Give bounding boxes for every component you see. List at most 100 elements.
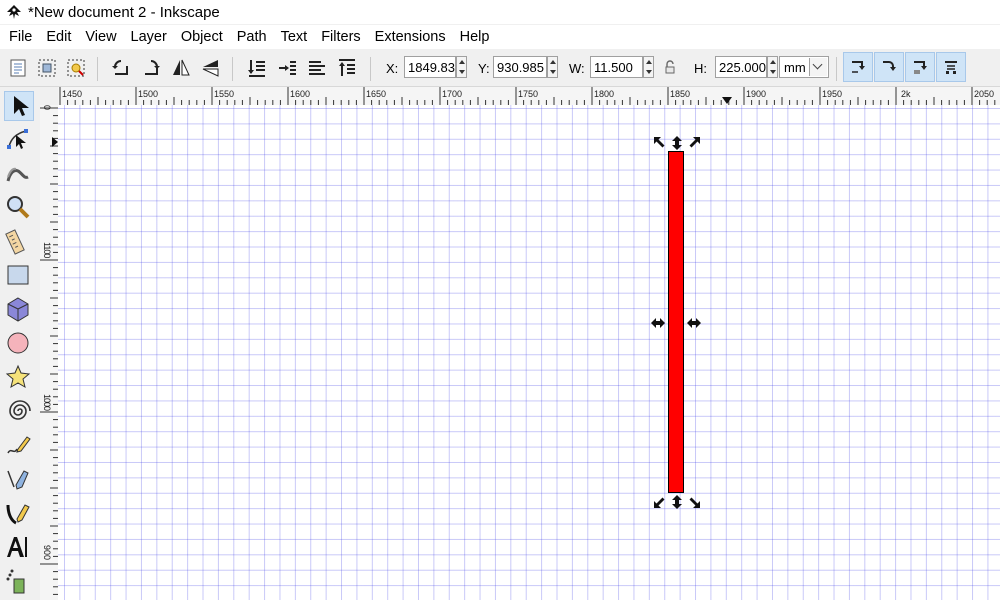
scale-corners-button[interactable]: [874, 52, 904, 82]
star-tool-icon: [5, 364, 31, 389]
raise-to-top-icon[interactable]: [336, 57, 358, 79]
y-field[interactable]: 930.985: [493, 56, 547, 78]
tweak-tool[interactable]: [4, 159, 34, 189]
scale-handle-right-icon[interactable]: [686, 315, 702, 331]
ruler-position-marker: [722, 97, 732, 104]
ruler-label: 1550: [214, 89, 235, 99]
ruler-label: 2050: [974, 89, 995, 99]
x-spinner[interactable]: [456, 56, 467, 78]
unit-select[interactable]: mm: [779, 56, 829, 78]
w-field[interactable]: 11.500: [590, 56, 643, 78]
scale-handle-top-right-icon[interactable]: [686, 135, 702, 151]
w-label: W:: [569, 61, 585, 76]
menu-edit[interactable]: Edit: [39, 29, 78, 45]
toolbar-separator: [370, 57, 371, 81]
menu-view[interactable]: View: [78, 29, 123, 45]
menu-extensions[interactable]: Extensions: [368, 29, 453, 45]
scale-corners-icon: [883, 61, 896, 71]
h-spinner[interactable]: [767, 56, 778, 78]
zoom-tool[interactable]: [4, 193, 34, 223]
deselect-icon[interactable]: [65, 57, 87, 79]
toolbar-separator: [97, 57, 98, 81]
menu-file[interactable]: File: [0, 29, 39, 45]
flip-vertical-icon[interactable]: [200, 57, 222, 79]
selector-tool[interactable]: [4, 91, 34, 121]
rectangle-tool-icon: [7, 265, 29, 285]
unit-value: mm: [784, 60, 806, 75]
ellipse-tool[interactable]: [4, 329, 34, 359]
menu-help[interactable]: Help: [453, 29, 497, 45]
tweak-tool-icon: [6, 167, 29, 182]
menu-layer[interactable]: Layer: [124, 29, 174, 45]
lock-icon[interactable]: [662, 59, 678, 75]
node-tool-icon: [7, 129, 28, 149]
x-field[interactable]: 1849.83: [404, 56, 456, 78]
scale-handle-bottom-left-icon[interactable]: [652, 494, 668, 510]
3d-box-tool[interactable]: [4, 295, 34, 325]
calligraphy-tool[interactable]: [4, 499, 34, 529]
rotate-ccw-icon[interactable]: [110, 57, 132, 79]
spray-tool[interactable]: [4, 567, 34, 597]
toolbar-separator: [836, 57, 837, 81]
lower-icon[interactable]: [276, 57, 298, 79]
y-label: Y:: [478, 61, 490, 76]
ruler-label: 1700: [442, 89, 463, 99]
ruler-vertical-ticks: [40, 107, 58, 595]
ruler-label: 1750: [518, 89, 539, 99]
zoom-tool-icon: [7, 196, 30, 219]
selected-rectangle[interactable]: [668, 151, 684, 493]
rectangle-tool[interactable]: [4, 261, 34, 291]
x-label: X:: [386, 61, 399, 76]
node-tool[interactable]: [4, 125, 34, 155]
menu-text[interactable]: Text: [274, 29, 315, 45]
scale-handle-left-icon[interactable]: [650, 315, 666, 331]
ruler-label: 1600: [290, 89, 311, 99]
select-all-icon[interactable]: [7, 57, 29, 79]
select-all-layers-icon[interactable]: [36, 57, 58, 79]
drawing-canvas[interactable]: [58, 105, 1000, 600]
ruler-label: 1450: [62, 89, 83, 99]
tool-controls-bar: X: 1849.83 Y: 930.985 W: 11.500 H: 225.0…: [0, 50, 1000, 87]
pen-tool[interactable]: [4, 465, 34, 495]
menu-path[interactable]: Path: [230, 29, 274, 45]
raise-icon[interactable]: [306, 57, 328, 79]
ruler-corner: [40, 87, 58, 105]
text-tool-icon: [7, 537, 27, 557]
star-tool[interactable]: [4, 363, 34, 393]
pencil-tool[interactable]: [4, 431, 34, 461]
h-field[interactable]: 225.000: [715, 56, 767, 78]
ruler-horizontal[interactable]: 1450 1500 1550 1600 1650 1700 1750 1800 …: [58, 87, 1000, 106]
chevron-down-icon: [809, 58, 827, 76]
h-label: H:: [694, 61, 707, 76]
spiral-tool[interactable]: [4, 397, 34, 427]
scale-handle-bottom-icon[interactable]: [669, 494, 685, 510]
ruler-label: 900: [42, 545, 52, 561]
rotate-cw-icon[interactable]: [140, 57, 162, 79]
y-spinner[interactable]: [547, 56, 558, 78]
transform-gradients-icon: [914, 61, 927, 74]
measure-tool-icon: [5, 229, 25, 255]
scale-handle-top-icon[interactable]: [669, 135, 685, 151]
transform-patterns-button[interactable]: [936, 52, 966, 82]
measure-tool[interactable]: [4, 227, 34, 257]
pencil-tool-icon: [7, 436, 31, 454]
scale-handle-top-left-icon[interactable]: [652, 135, 668, 151]
flip-horizontal-icon[interactable]: [170, 57, 192, 79]
transform-gradients-button[interactable]: [905, 52, 935, 82]
calligraphy-tool-icon: [6, 504, 30, 525]
ruler-label: 2k: [901, 89, 911, 99]
ruler-label: 1000: [42, 394, 52, 411]
toolbox: [0, 87, 41, 600]
menu-object[interactable]: Object: [174, 29, 230, 45]
transform-patterns-icon: [945, 61, 957, 74]
ruler-label: 1500: [138, 89, 159, 99]
ruler-vertical[interactable]: 0 1100 1000 900: [40, 105, 59, 600]
scale-handle-bottom-right-icon[interactable]: [686, 494, 702, 510]
menu-filters[interactable]: Filters: [314, 29, 367, 45]
w-spinner[interactable]: [643, 56, 654, 78]
inkscape-logo-icon: [7, 5, 21, 19]
text-tool[interactable]: [4, 533, 34, 563]
ruler-label: 1950: [822, 89, 843, 99]
lower-to-bottom-icon[interactable]: [246, 57, 268, 79]
scale-stroke-button[interactable]: [843, 52, 873, 82]
